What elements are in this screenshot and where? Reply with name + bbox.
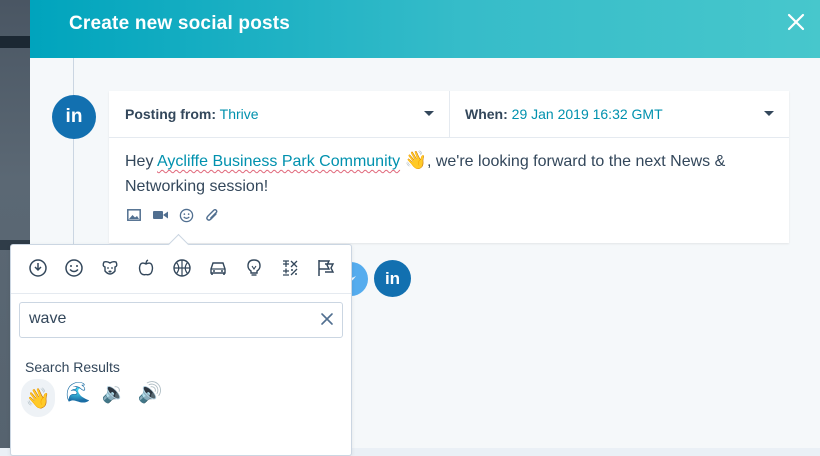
- close-icon: [787, 13, 805, 31]
- mention-link[interactable]: Aycliffe Business Park Community: [157, 153, 400, 170]
- emoji-search-box: [19, 302, 343, 338]
- emoji-category-bar: [25, 257, 338, 279]
- posting-from-label: Posting from:: [125, 106, 216, 122]
- post-card-header: Posting from: Thrive When: 29 Jan 2019 1…: [109, 91, 789, 138]
- post-text-editor[interactable]: Hey Aycliffe Business Park Community 👋, …: [125, 148, 765, 199]
- emoji-results: 👋 🌊 🔉 🔊: [21, 379, 163, 417]
- search-results-label: Search Results: [25, 359, 120, 375]
- post-card: Posting from: Thrive When: 29 Jan 2019 1…: [109, 91, 789, 243]
- when-label: When:: [465, 106, 508, 122]
- emoji-icon[interactable]: [177, 206, 195, 224]
- background-strip-dark: [0, 36, 30, 48]
- post-text-prefix: Hey: [125, 153, 158, 170]
- when-value: 29 Jan 2019 16:32 GMT: [511, 106, 663, 122]
- category-divider: [11, 293, 351, 294]
- close-button[interactable]: [784, 10, 808, 34]
- food-icon[interactable]: [133, 257, 158, 279]
- header-divider: [449, 91, 450, 137]
- linkedin-icon: in: [384, 268, 401, 288]
- emoji-search-input[interactable]: [29, 310, 309, 328]
- clear-icon: [321, 313, 333, 325]
- animals-icon[interactable]: [97, 257, 122, 279]
- posting-from-value: Thrive: [219, 106, 259, 122]
- image-icon[interactable]: [125, 206, 143, 224]
- smileys-icon[interactable]: [61, 257, 86, 279]
- emoji-result-water-wave[interactable]: 🌊: [65, 379, 91, 405]
- travel-icon[interactable]: [205, 257, 230, 279]
- attachment-icon[interactable]: [203, 206, 221, 224]
- emoji-picker: Search Results 👋 🌊 🔉 🔊: [10, 244, 352, 456]
- recent-icon[interactable]: [25, 257, 50, 279]
- post-emoji: 👋: [404, 150, 427, 170]
- post-toolbar: [125, 206, 221, 224]
- linkedin-network-avatar: in: [52, 95, 96, 139]
- activity-icon[interactable]: [169, 257, 194, 279]
- clear-search-button[interactable]: [320, 312, 334, 326]
- linkedin-icon: in: [65, 106, 83, 127]
- emoji-result-speaker-medium[interactable]: 🔉: [101, 379, 127, 405]
- posting-from-dropdown[interactable]: Posting from: Thrive: [125, 106, 259, 122]
- linkedin-channel-button[interactable]: in: [374, 260, 411, 297]
- objects-icon[interactable]: [241, 257, 266, 279]
- posting-from-caret-icon[interactable]: [424, 111, 434, 116]
- video-icon[interactable]: [151, 206, 169, 224]
- emoji-result-speaker-loud[interactable]: 🔊: [137, 379, 163, 405]
- symbols-icon[interactable]: [277, 257, 302, 279]
- emoji-result-waving-hand[interactable]: 👋: [21, 379, 55, 417]
- flags-icon[interactable]: [313, 257, 338, 279]
- when-caret-icon[interactable]: [764, 111, 774, 116]
- modal-title: Create new social posts: [69, 13, 291, 34]
- when-dropdown[interactable]: When: 29 Jan 2019 16:32 GMT: [465, 106, 663, 122]
- modal-header: Create new social posts: [30, 0, 820, 58]
